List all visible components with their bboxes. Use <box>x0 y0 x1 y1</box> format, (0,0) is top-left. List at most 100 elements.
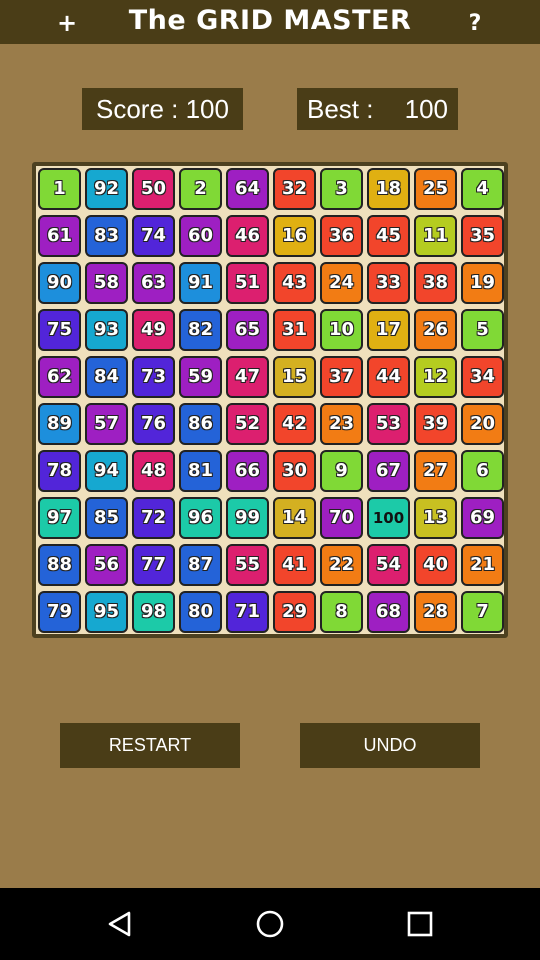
tile-62[interactable]: 62 <box>38 356 81 398</box>
tile-83[interactable]: 83 <box>85 215 128 257</box>
tile-35[interactable]: 35 <box>461 215 504 257</box>
undo-button[interactable]: UNDO <box>300 723 480 768</box>
tile-38[interactable]: 38 <box>414 262 457 304</box>
tile-63[interactable]: 63 <box>132 262 175 304</box>
tile-37[interactable]: 37 <box>320 356 363 398</box>
tile-27[interactable]: 27 <box>414 450 457 492</box>
tile-91[interactable]: 91 <box>179 262 222 304</box>
tile-32[interactable]: 32 <box>273 168 316 210</box>
tile-57[interactable]: 57 <box>85 403 128 445</box>
tile-55[interactable]: 55 <box>226 544 269 586</box>
tile-68[interactable]: 68 <box>367 591 410 633</box>
tile-59[interactable]: 59 <box>179 356 222 398</box>
tile-40[interactable]: 40 <box>414 544 457 586</box>
tile-28[interactable]: 28 <box>414 591 457 633</box>
recents-icon[interactable] <box>400 904 440 944</box>
tile-16[interactable]: 16 <box>273 215 316 257</box>
tile-4[interactable]: 4 <box>461 168 504 210</box>
tile-79[interactable]: 79 <box>38 591 81 633</box>
tile-69[interactable]: 69 <box>461 497 504 539</box>
tile-20[interactable]: 20 <box>461 403 504 445</box>
tile-18[interactable]: 18 <box>367 168 410 210</box>
tile-49[interactable]: 49 <box>132 309 175 351</box>
tile-45[interactable]: 45 <box>367 215 410 257</box>
tile-65[interactable]: 65 <box>226 309 269 351</box>
tile-96[interactable]: 96 <box>179 497 222 539</box>
tile-73[interactable]: 73 <box>132 356 175 398</box>
tile-30[interactable]: 30 <box>273 450 316 492</box>
tile-21[interactable]: 21 <box>461 544 504 586</box>
tile-86[interactable]: 86 <box>179 403 222 445</box>
tile-99[interactable]: 99 <box>226 497 269 539</box>
tile-60[interactable]: 60 <box>179 215 222 257</box>
tile-88[interactable]: 88 <box>38 544 81 586</box>
tile-43[interactable]: 43 <box>273 262 316 304</box>
tile-82[interactable]: 82 <box>179 309 222 351</box>
tile-72[interactable]: 72 <box>132 497 175 539</box>
tile-74[interactable]: 74 <box>132 215 175 257</box>
tile-87[interactable]: 87 <box>179 544 222 586</box>
tile-17[interactable]: 17 <box>367 309 410 351</box>
tile-52[interactable]: 52 <box>226 403 269 445</box>
tile-31[interactable]: 31 <box>273 309 316 351</box>
tile-47[interactable]: 47 <box>226 356 269 398</box>
tile-67[interactable]: 67 <box>367 450 410 492</box>
tile-50[interactable]: 50 <box>132 168 175 210</box>
tile-54[interactable]: 54 <box>367 544 410 586</box>
restart-button[interactable]: RESTART <box>60 723 240 768</box>
tile-11[interactable]: 11 <box>414 215 457 257</box>
tile-7[interactable]: 7 <box>461 591 504 633</box>
tile-98[interactable]: 98 <box>132 591 175 633</box>
tile-85[interactable]: 85 <box>85 497 128 539</box>
tile-94[interactable]: 94 <box>85 450 128 492</box>
tile-71[interactable]: 71 <box>226 591 269 633</box>
tile-70[interactable]: 70 <box>320 497 363 539</box>
tile-36[interactable]: 36 <box>320 215 363 257</box>
tile-58[interactable]: 58 <box>85 262 128 304</box>
back-icon[interactable] <box>100 904 140 944</box>
tile-56[interactable]: 56 <box>85 544 128 586</box>
tile-14[interactable]: 14 <box>273 497 316 539</box>
tile-100[interactable]: 100 <box>367 497 410 539</box>
tile-44[interactable]: 44 <box>367 356 410 398</box>
tile-10[interactable]: 10 <box>320 309 363 351</box>
tile-61[interactable]: 61 <box>38 215 81 257</box>
tile-33[interactable]: 33 <box>367 262 410 304</box>
tile-42[interactable]: 42 <box>273 403 316 445</box>
tile-81[interactable]: 81 <box>179 450 222 492</box>
tile-78[interactable]: 78 <box>38 450 81 492</box>
home-icon[interactable] <box>250 904 290 944</box>
tile-53[interactable]: 53 <box>367 403 410 445</box>
tile-15[interactable]: 15 <box>273 356 316 398</box>
tile-22[interactable]: 22 <box>320 544 363 586</box>
tile-6[interactable]: 6 <box>461 450 504 492</box>
tile-2[interactable]: 2 <box>179 168 222 210</box>
tile-3[interactable]: 3 <box>320 168 363 210</box>
tile-64[interactable]: 64 <box>226 168 269 210</box>
tile-66[interactable]: 66 <box>226 450 269 492</box>
tile-84[interactable]: 84 <box>85 356 128 398</box>
tile-93[interactable]: 93 <box>85 309 128 351</box>
tile-77[interactable]: 77 <box>132 544 175 586</box>
tile-41[interactable]: 41 <box>273 544 316 586</box>
tile-13[interactable]: 13 <box>414 497 457 539</box>
tile-75[interactable]: 75 <box>38 309 81 351</box>
tile-9[interactable]: 9 <box>320 450 363 492</box>
tile-51[interactable]: 51 <box>226 262 269 304</box>
tile-12[interactable]: 12 <box>414 356 457 398</box>
tile-46[interactable]: 46 <box>226 215 269 257</box>
tile-90[interactable]: 90 <box>38 262 81 304</box>
tile-34[interactable]: 34 <box>461 356 504 398</box>
tile-95[interactable]: 95 <box>85 591 128 633</box>
tile-92[interactable]: 92 <box>85 168 128 210</box>
add-button[interactable]: + <box>54 6 80 38</box>
tile-97[interactable]: 97 <box>38 497 81 539</box>
tile-5[interactable]: 5 <box>461 309 504 351</box>
tile-23[interactable]: 23 <box>320 403 363 445</box>
tile-80[interactable]: 80 <box>179 591 222 633</box>
tile-89[interactable]: 89 <box>38 403 81 445</box>
tile-19[interactable]: 19 <box>461 262 504 304</box>
tile-24[interactable]: 24 <box>320 262 363 304</box>
help-button[interactable]: ? <box>462 6 488 40</box>
tile-25[interactable]: 25 <box>414 168 457 210</box>
